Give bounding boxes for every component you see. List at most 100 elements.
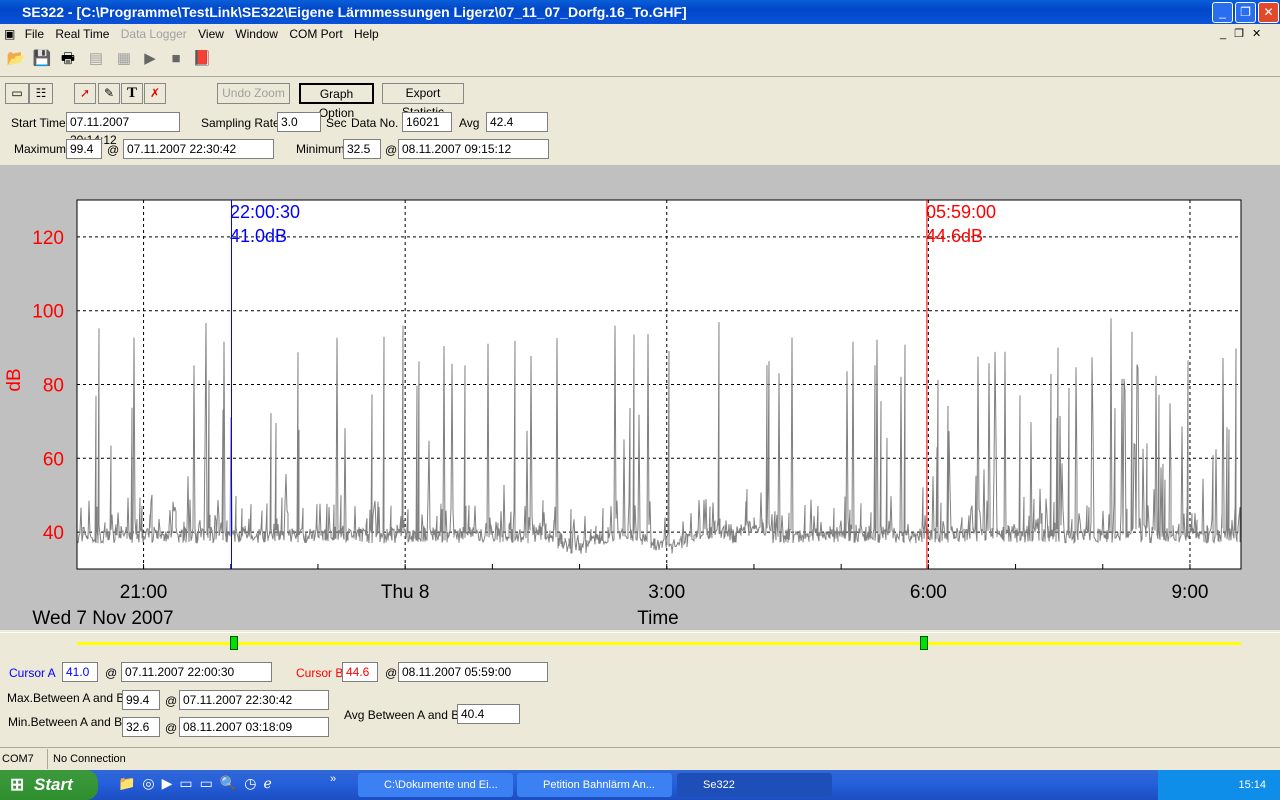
pen-tool-icon[interactable]: ✎ — [98, 83, 120, 104]
y-axis-label: dB — [4, 368, 25, 391]
system-tray: 15:14 — [1158, 770, 1280, 800]
download-icon[interactable]: ▤ — [84, 48, 108, 70]
menu-view[interactable]: View — [198, 27, 224, 41]
x-tick-label: Thu 8 — [381, 582, 430, 603]
menu-help[interactable]: Help — [354, 27, 379, 41]
minimum-time-field[interactable]: 08.11.2007 09:15:12 — [398, 139, 549, 159]
cursor-a-value-field[interactable]: 41.0 — [62, 662, 98, 682]
start-button[interactable]: ⊞ Start — [0, 770, 98, 800]
cursor-b-value-field[interactable]: 44.6 — [342, 662, 378, 682]
play-icon[interactable]: ▶ — [138, 48, 162, 70]
maximize-button[interactable]: ❐ — [1235, 2, 1256, 23]
maximum-label: Maximum — [14, 142, 67, 156]
y-tick-label: 60 — [43, 449, 64, 470]
sampling-rate-field[interactable]: 3.0 — [277, 112, 321, 132]
x-tick-label: 3:00 — [648, 582, 685, 603]
status-port: COM7 — [2, 749, 48, 769]
view-list-icon[interactable]: ▭ — [5, 83, 29, 104]
max-between-time-field[interactable]: 07.11.2007 22:30:42 — [179, 690, 329, 710]
windows-logo-icon: ⊞ — [10, 775, 25, 794]
start-label: Start — [34, 775, 73, 794]
cursor-a-value: 41.0dB — [230, 226, 287, 246]
avg-field[interactable]: 42.4 — [486, 112, 548, 132]
cursor-b-label: Cursor B — [296, 666, 344, 680]
close-button[interactable]: ✕ — [1258, 2, 1279, 23]
sampling-rate-label: Sampling Rate — [201, 116, 280, 130]
y-tick-label: 40 — [43, 523, 64, 544]
cursor-b-time: 05:59:00 — [926, 202, 996, 222]
maximum-field[interactable]: 99.4 — [66, 139, 102, 159]
min-between-time-field[interactable]: 08.11.2007 03:18:09 — [179, 717, 329, 737]
stop-icon[interactable]: ■ — [164, 48, 188, 70]
quick-launch-icons[interactable]: 📁◎▶▭▭🔍◷ℯ — [118, 775, 279, 792]
at-label: @ — [107, 143, 120, 157]
date-label: Wed 7 Nov 2007 — [32, 608, 173, 629]
at-label: @ — [165, 721, 178, 735]
x-tick-label: 6:00 — [910, 582, 947, 603]
data-no-field[interactable]: 16021 — [402, 112, 452, 132]
at-label: @ — [385, 666, 398, 680]
min-between-value-field[interactable]: 32.6 — [122, 717, 160, 737]
menu-bar: ▣ File Real Time Data Logger View Window… — [0, 24, 1280, 45]
graph-option-button[interactable]: Graph Option — [299, 83, 374, 120]
quick-launch-overflow[interactable]: » — [330, 773, 336, 785]
open-icon[interactable]: 📂 — [4, 48, 28, 70]
timeline-slider-track[interactable] — [77, 642, 1241, 645]
task-explorer[interactable]: C:\Dokumente und Ei... — [358, 773, 513, 797]
y-tick-label: 80 — [43, 376, 64, 397]
minimum-field[interactable]: 32.5 — [343, 139, 381, 159]
text-tool-icon[interactable]: T — [121, 83, 143, 104]
cursor-b-time-field[interactable]: 08.11.2007 05:59:00 — [398, 662, 548, 682]
maximum-time-field[interactable]: 07.11.2007 22:30:42 — [123, 139, 274, 159]
cursor-a-time-field[interactable]: 07.11.2007 22:00:30 — [121, 662, 272, 682]
at-label: @ — [165, 694, 178, 708]
undo-zoom-button[interactable]: Undo Zoom — [217, 83, 290, 104]
max-between-label: Max.Between A and B — [7, 691, 125, 705]
app-icon: ▣ — [4, 27, 16, 41]
task-word[interactable]: Petition Bahnlärm An... — [517, 773, 672, 797]
menu-data-logger[interactable]: Data Logger — [121, 27, 187, 41]
menu-window[interactable]: Window — [235, 27, 278, 41]
avg-between-label: Avg Between A and B — [344, 708, 460, 722]
mdi-controls[interactable]: _❐✕ — [1220, 27, 1269, 40]
minimum-label: Minimum — [296, 142, 345, 156]
view-detail-icon[interactable]: ☷ — [29, 83, 53, 104]
minimize-button[interactable]: _ — [1212, 2, 1233, 23]
x-tick-label: 9:00 — [1171, 582, 1208, 603]
y-tick-label: 120 — [32, 228, 64, 249]
x-axis-label: Time — [637, 608, 679, 629]
min-between-label: Min.Between A and B — [8, 715, 123, 729]
delete-text-icon[interactable]: ✗ — [144, 83, 166, 104]
chart-icon[interactable]: ▦ — [112, 48, 136, 70]
cursor-b-handle[interactable] — [920, 636, 928, 650]
start-time-field[interactable]: 07.11.2007 20:14:12 — [66, 112, 180, 147]
cursor-b-value: 44.6dB — [926, 226, 983, 246]
pointer-tool-icon[interactable]: ➚ — [74, 83, 96, 104]
menu-com-port[interactable]: COM Port — [289, 27, 342, 41]
data-no-label: Data No. — [351, 116, 399, 130]
avg-label: Avg — [459, 116, 480, 130]
cursor-a-time: 22:00:30 — [230, 202, 300, 222]
print-icon[interactable]: 🖶 — [56, 48, 80, 70]
noise-chart[interactable]: 40 60 80 100 120 21:00 Thu 8 3:00 6:00 9:00 22:00… — [0, 165, 1280, 630]
save-icon[interactable]: 💾 — [30, 48, 54, 70]
window-title: SE322 - [C:\Programme\TestLink\SE322\Eig… — [22, 4, 687, 20]
start-time-label: Start Time — [11, 116, 66, 130]
status-connection: No Connection — [53, 753, 126, 765]
menu-real-time[interactable]: Real Time — [55, 27, 109, 41]
taskbar: ⊞ Start 📁◎▶▭▭🔍◷ℯ » C:\Dokumente und Ei...… — [0, 770, 1280, 800]
at-label: @ — [385, 143, 398, 157]
task-se322[interactable]: Se322 — [677, 773, 832, 797]
cursor-a-label: Cursor A — [9, 666, 56, 680]
max-between-value-field[interactable]: 99.4 — [122, 690, 160, 710]
clock: 15:14 — [1238, 779, 1266, 791]
cursor-a-handle[interactable] — [230, 636, 238, 650]
x-tick-label: 21:00 — [120, 582, 168, 603]
export-statistic-button[interactable]: Export Statistic — [382, 83, 464, 119]
menu-file[interactable]: File — [25, 27, 44, 41]
help-book-icon[interactable]: 📕 — [190, 48, 214, 70]
at-label: @ — [105, 666, 118, 680]
title-bar: SE322 - [C:\Programme\TestLink\SE322\Eig… — [0, 0, 1280, 24]
sec-label: Sec — [326, 116, 347, 130]
avg-between-value-field[interactable]: 40.4 — [457, 704, 520, 724]
